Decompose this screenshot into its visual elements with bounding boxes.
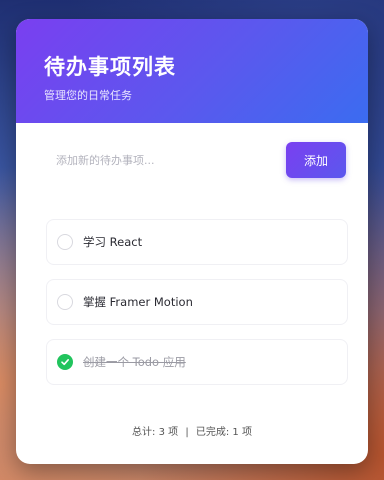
checkbox-icon[interactable] <box>57 294 73 310</box>
todo-item[interactable]: 学习 React <box>46 219 348 265</box>
summary-footer: 总计: 3 项 | 已完成: 1 项 <box>16 423 368 438</box>
header: 待办事项列表 管理您的日常任务 <box>16 19 368 123</box>
total-count: 总计: 3 项 <box>132 427 179 438</box>
todo-card: 待办事项列表 管理您的日常任务 添加 学习 React 掌握 Framer Mo… <box>16 19 368 464</box>
checkmark-icon <box>61 359 69 366</box>
check-circle-icon[interactable] <box>57 354 73 370</box>
completed-count: 已完成: 1 项 <box>195 427 252 438</box>
app-subtitle: 管理您的日常任务 <box>44 89 132 102</box>
add-button[interactable]: 添加 <box>286 142 346 178</box>
add-todo-form: 添加 <box>46 142 346 178</box>
todo-label: 掌握 Framer Motion <box>83 295 193 309</box>
checkbox-icon[interactable] <box>57 234 73 250</box>
todo-label: 学习 React <box>83 235 143 249</box>
app-title: 待办事项列表 <box>44 55 176 79</box>
todo-item[interactable]: 创建一个 Todo 应用 <box>46 339 348 385</box>
todo-label: 创建一个 Todo 应用 <box>83 355 186 369</box>
footer-separator: | <box>185 427 189 438</box>
todo-item[interactable]: 掌握 Framer Motion <box>46 279 348 325</box>
